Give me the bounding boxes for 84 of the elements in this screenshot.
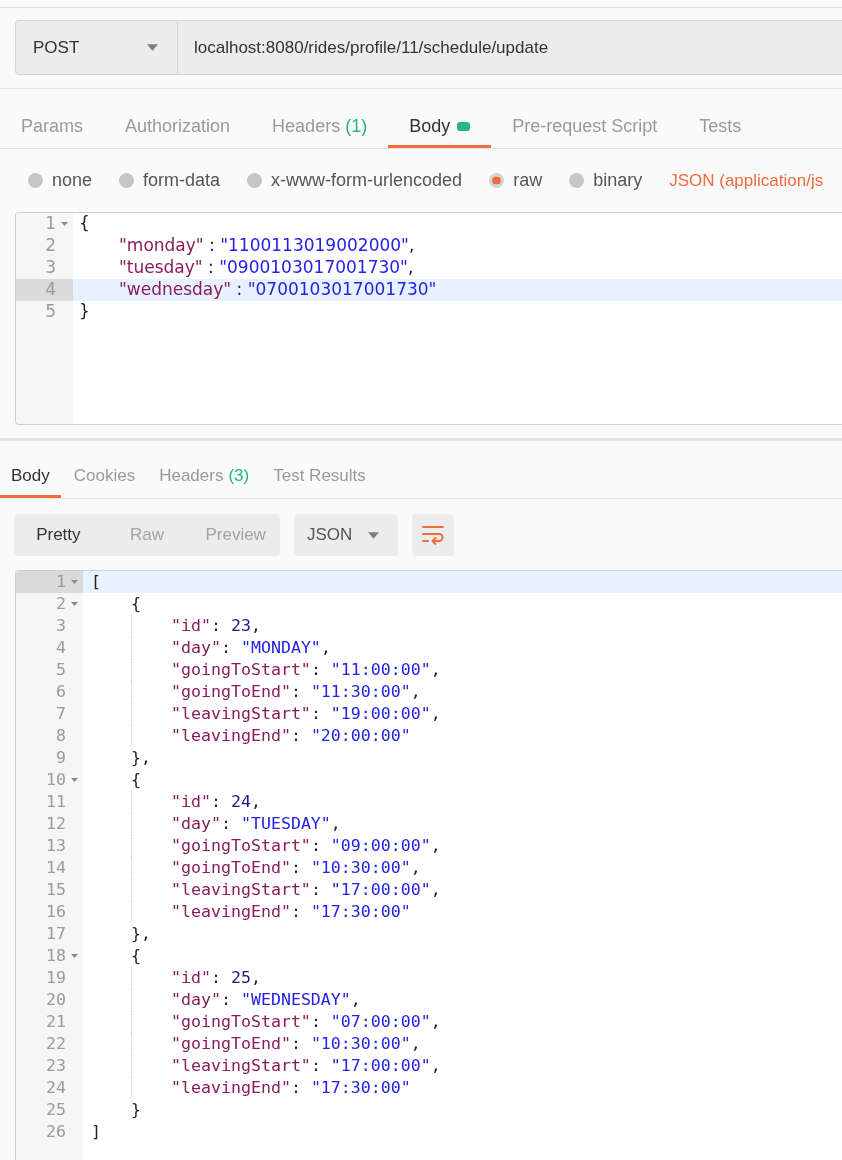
caret-icon	[368, 531, 379, 539]
line-number: 9	[56, 746, 66, 769]
response-body-editor[interactable]	[15, 570, 842, 1160]
url-field[interactable]: localhost:8080/rides/profile/11/schedule/update	[178, 20, 842, 75]
caret-icon	[147, 44, 158, 51]
code-line: "leavingEnd": "20:00:00"	[171, 724, 411, 747]
request-body-editor[interactable]: 1 2 3 4 5 { "monday" : "1100113019002000", "tuesday" : "0900103017001730", "wednesday" : "0700103017001730" }	[15, 212, 842, 425]
code-line: {	[131, 944, 141, 967]
line-number: 15	[46, 878, 66, 901]
code-line: }	[79, 300, 90, 324]
code-line: "day": "MONDAY",	[171, 636, 331, 659]
code-line: "leavingStart": "17:00:00",	[171, 878, 441, 901]
fold-caret-icon[interactable]	[61, 222, 68, 226]
code-line: {	[131, 768, 141, 791]
fold-caret-icon[interactable]	[71, 602, 78, 606]
code-line: {	[79, 213, 90, 236]
code-line: "goingToStart": "07:00:00",	[171, 1010, 441, 1033]
code-line: "leavingEnd": "17:30:00"	[171, 900, 411, 923]
body-type-radio[interactable]: binary	[569, 167, 643, 194]
code-line: "goingToEnd": "10:30:00",	[171, 856, 421, 879]
format-dropdown[interactable]: JSON	[294, 514, 398, 556]
fold-caret-icon[interactable]	[71, 778, 78, 782]
code-line: "monday" : "1100113019002000",	[119, 234, 415, 258]
code-line: "leavingEnd": "17:30:00"	[171, 1076, 411, 1099]
fold-caret-icon[interactable]	[71, 580, 78, 584]
line-number: 8	[56, 724, 66, 747]
line-number: 22	[46, 1032, 66, 1055]
code-line: "id": 23,	[171, 614, 261, 637]
body-type-radio[interactable]: raw	[489, 167, 543, 194]
line-number: 2	[56, 592, 66, 615]
line-number: 16	[46, 900, 66, 923]
code-line: "id": 24,	[171, 790, 261, 813]
line-number: 24	[46, 1076, 66, 1099]
line-number: 11	[46, 790, 66, 813]
code-line: },	[131, 922, 151, 945]
text-wrap-icon	[421, 524, 445, 546]
line-number: 20	[46, 988, 66, 1011]
code-line: "day": "TUESDAY",	[171, 812, 341, 835]
line-number: 4	[56, 636, 66, 659]
request-tab[interactable]: Body	[388, 101, 492, 148]
line-number: 5	[56, 658, 66, 681]
code-line: "wednesday" : "0700103017001730"	[119, 278, 437, 302]
line-number: 12	[46, 812, 66, 835]
code-line: "leavingStart": "19:00:00",	[171, 702, 441, 725]
response-tab[interactable]: Body	[0, 454, 61, 498]
line-number: 19	[46, 966, 66, 989]
body-type-radio[interactable]: form-data	[119, 167, 221, 194]
code-line: "leavingStart": "17:00:00",	[171, 1054, 441, 1077]
line-number: 13	[46, 834, 66, 857]
line-number: 1	[56, 571, 66, 593]
code-line: "goingToStart": "11:00:00",	[171, 658, 441, 681]
view-mode-button[interactable]: Pretty	[14, 514, 103, 556]
line-number: 10	[46, 768, 66, 791]
code-line: "goingToEnd": "10:30:00",	[171, 1032, 421, 1055]
line-number: 5	[45, 300, 56, 324]
line-number: 26	[46, 1120, 66, 1143]
code-line: "tuesday" : "0900103017001730",	[119, 256, 414, 280]
code-line: [	[91, 571, 101, 593]
line-number: 7	[56, 702, 66, 725]
line-number: 17	[46, 922, 66, 945]
line-number: 3	[56, 614, 66, 637]
fold-caret-icon[interactable]	[71, 954, 78, 958]
line-number: 14	[46, 856, 66, 879]
line-number: 23	[46, 1054, 66, 1077]
line-number: 2	[45, 234, 56, 258]
line-number: 3	[45, 256, 56, 280]
line-number: 4	[45, 278, 56, 302]
code-line: {	[131, 592, 141, 615]
code-line: "id": 25,	[171, 966, 261, 989]
code-line: ]	[91, 1120, 101, 1143]
line-number: 6	[56, 680, 66, 703]
line-number: 25	[46, 1098, 66, 1121]
code-line: "day": "WEDNESDAY",	[171, 988, 361, 1011]
line-number: 1	[45, 213, 56, 236]
code-line: "goingToStart": "09:00:00",	[171, 834, 441, 857]
line-number: 21	[46, 1010, 66, 1033]
method-dropdown[interactable]: POST	[15, 20, 178, 75]
code-line: }	[131, 1098, 141, 1121]
wrap-lines-button[interactable]	[412, 514, 454, 556]
body-type-radio[interactable]: x-www-form-urlencoded	[247, 167, 463, 194]
body-type-radio[interactable]: none	[28, 167, 93, 194]
code-line: "goingToEnd": "11:30:00",	[171, 680, 421, 703]
line-number: 18	[46, 944, 66, 967]
code-line: },	[131, 746, 151, 769]
